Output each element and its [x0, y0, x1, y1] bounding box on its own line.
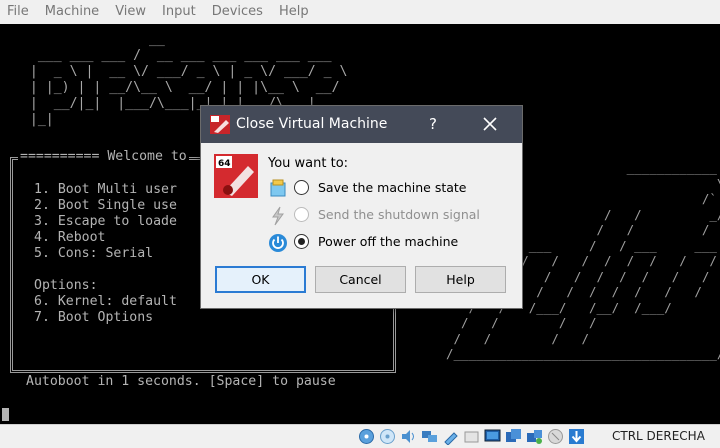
acpi-shutdown-icon — [272, 206, 284, 226]
status-bar: CTRL DERECHA — [0, 424, 720, 448]
menu-file[interactable]: File — [0, 0, 37, 24]
dialog-titlebar[interactable]: Close Virtual Machine ? — [201, 106, 522, 143]
radio-power-off[interactable] — [294, 234, 309, 249]
usb-icon[interactable] — [441, 427, 460, 446]
hard-disk-icon[interactable] — [357, 427, 376, 446]
optical-drive-icon[interactable] — [378, 427, 397, 446]
network-icon[interactable] — [420, 427, 439, 446]
host-key-arrow-icon[interactable] — [567, 427, 586, 446]
option-shutdown-signal: Send the shutdown signal — [268, 205, 518, 227]
menu-devices[interactable]: Devices — [204, 0, 271, 24]
menu-help[interactable]: Help — [271, 0, 317, 24]
icon-badge: 64 — [218, 159, 231, 169]
host-key-label: CTRL DERECHA — [612, 429, 705, 443]
radio-save-state[interactable] — [294, 180, 309, 195]
power-icon — [269, 234, 287, 252]
help-button[interactable]: Help — [415, 266, 506, 293]
option-save-state-label: Save the machine state — [318, 180, 467, 195]
help-question-icon[interactable]: ? — [429, 115, 437, 133]
cancel-button[interactable]: Cancel — [315, 266, 406, 293]
close-icon[interactable] — [480, 114, 500, 134]
audio-icon[interactable] — [399, 427, 418, 446]
save-state-icon — [270, 179, 286, 197]
close-vm-dialog: Close Virtual Machine ? 64 You want to: … — [200, 105, 523, 309]
radio-shutdown-signal — [294, 207, 309, 222]
virtualbox-64-icon: 64 — [214, 154, 258, 198]
boot-menu-items: 1. Boot Multi user 2. Boot Single use 3.… — [34, 182, 177, 325]
display-icon[interactable] — [483, 427, 502, 446]
menu-machine[interactable]: Machine — [37, 0, 107, 24]
menu-view[interactable]: View — [107, 0, 154, 24]
option-shutdown-signal-label: Send the shutdown signal — [318, 207, 480, 222]
autoboot-message: Autoboot in 1 seconds. [Space] to pause — [26, 374, 336, 389]
mouse-integration-icon[interactable] — [546, 427, 565, 446]
dialog-title: Close Virtual Machine — [236, 116, 388, 132]
ok-button[interactable]: OK — [215, 266, 306, 293]
option-save-state[interactable]: Save the machine state — [268, 178, 518, 200]
option-power-off[interactable]: Power off the machine — [268, 232, 518, 254]
dialog-prompt: You want to: — [268, 156, 349, 171]
shared-folder-icon[interactable] — [462, 427, 481, 446]
console-cursor — [2, 408, 9, 421]
virtualbox-app-icon — [210, 115, 230, 134]
recording-icon[interactable] — [525, 427, 544, 446]
boot-menu-title: ========== Welcome to — [18, 149, 189, 165]
menubar: File Machine View Input Devices Help — [0, 0, 720, 24]
option-power-off-label: Power off the machine — [318, 234, 459, 249]
menu-input[interactable]: Input — [154, 0, 204, 24]
video-capture-icon[interactable] — [504, 427, 523, 446]
